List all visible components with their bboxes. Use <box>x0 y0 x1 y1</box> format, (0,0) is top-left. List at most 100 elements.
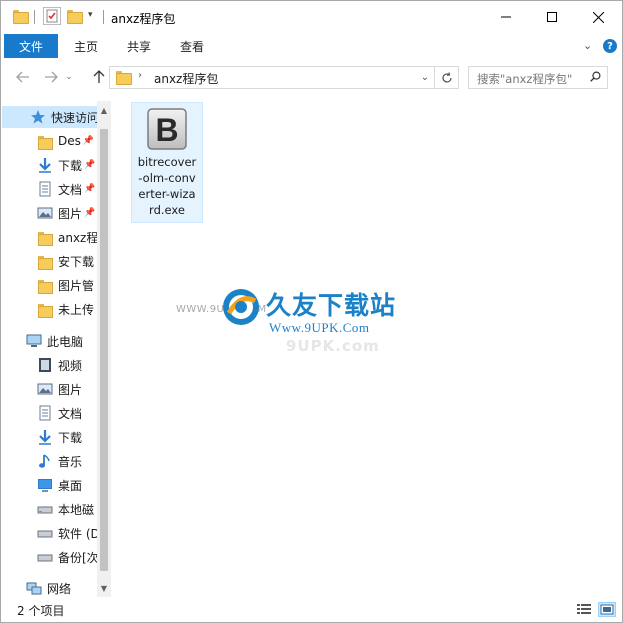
scroll-down-icon[interactable]: ▼ <box>97 581 111 595</box>
search-placeholder: 搜索"anxz程序包" <box>477 72 573 86</box>
large-icons-view-icon <box>600 604 614 615</box>
minimize-button[interactable] <box>483 1 529 33</box>
sidebar-item-documents[interactable]: 文档 <box>2 402 98 424</box>
search-icon[interactable] <box>590 71 601 82</box>
svg-text:B: B <box>155 112 178 148</box>
pin-icon: 📌 <box>84 208 96 218</box>
sidebar-item-drive-backup[interactable]: 备份[次 <box>2 546 98 568</box>
sidebar-item-quick-access[interactable]: 快速访问 <box>2 106 98 128</box>
tab-share[interactable]: 共享 <box>127 38 151 55</box>
sidebar-item-label: 未上传 <box>58 302 95 317</box>
sidebar-item-downloads-pinned[interactable]: 下载 📌 <box>2 154 98 176</box>
sidebar-item-label: 本地磁 <box>58 502 95 517</box>
tab-home[interactable]: 主页 <box>74 38 98 55</box>
exe-b-icon: B <box>147 107 187 151</box>
sidebar-item-recent-folder[interactable]: 未上传 <box>2 298 98 320</box>
sidebar-item-recent-folder[interactable]: anxz程 <box>2 226 98 248</box>
customize-qat-icon[interactable]: ▾ <box>88 10 93 28</box>
sidebar-item-label: 软件 (D <box>58 526 98 541</box>
folder-icon <box>37 301 53 318</box>
close-icon <box>592 11 604 23</box>
folder-icon <box>37 229 53 246</box>
sidebar-item-label: 备份[次 <box>58 550 98 565</box>
up-button[interactable] <box>89 67 109 87</box>
title-bar: ▾ anxz程序包 <box>1 1 622 33</box>
sidebar-item-label: 图片管 <box>58 278 95 293</box>
ribbon-tabs: 文件 主页 共享 查看 ⌄ ? <box>1 34 622 58</box>
watermark-logo-icon <box>221 287 261 327</box>
picture-icon <box>37 381 53 397</box>
minimize-icon <box>501 16 511 18</box>
sidebar-item-label: 快速访问 <box>51 110 98 125</box>
sidebar-item-this-pc[interactable]: 此电脑 <box>2 330 98 352</box>
breadcrumb-chevron-icon[interactable]: › <box>138 70 142 81</box>
watermark-url: Www.9UPK.Com <box>269 320 370 335</box>
sidebar-item-drive-c[interactable]: 本地磁 <box>2 498 98 520</box>
sidebar-item-drive-d[interactable]: 软件 (D <box>2 522 98 544</box>
sidebar-item-label: Des <box>58 134 81 148</box>
forward-button[interactable] <box>41 67 61 87</box>
sidebar-item-documents-pinned[interactable]: 文档 📌 <box>2 178 98 200</box>
sidebar-item-label: anxz程 <box>58 230 98 245</box>
tab-view[interactable]: 查看 <box>180 38 204 55</box>
address-dropdown-icon[interactable]: ⌄ <box>415 66 435 89</box>
breadcrumb-item[interactable]: anxz程序包 <box>154 70 218 87</box>
document-icon <box>37 181 53 197</box>
folder-icon <box>37 133 53 150</box>
refresh-icon <box>441 71 452 83</box>
drive-icon <box>37 525 53 541</box>
maximize-button[interactable] <box>529 1 575 33</box>
refresh-button[interactable] <box>435 66 459 89</box>
download-icon <box>37 157 53 173</box>
up-arrow-icon <box>93 70 105 83</box>
title-separator <box>103 10 104 24</box>
tab-file[interactable]: 文件 <box>4 34 58 58</box>
details-view-button[interactable] <box>576 602 594 617</box>
forward-arrow-icon <box>45 71 58 83</box>
sidebar-item-label: 图片 <box>58 382 83 397</box>
folder-icon <box>37 277 53 294</box>
pin-icon: 📌 <box>84 184 96 194</box>
help-icon[interactable]: ? <box>603 39 617 53</box>
item-count: 2 个项目 <box>17 604 65 618</box>
folder-icon <box>37 253 53 270</box>
navigation-pane: 快速访问 Des 📌 下载 📌 文档 📌 图片 📌 anxz程 安下载 图片管 … <box>2 101 112 597</box>
network-icon <box>26 580 42 596</box>
address-row: ⌄ › anxz程序包 ⌄ 搜索"anxz程序包" <box>1 61 622 93</box>
maximize-icon <box>547 12 557 22</box>
expand-ribbon-icon[interactable]: ⌄ <box>583 39 592 52</box>
sidebar-item-label: 网络 <box>47 581 72 596</box>
sidebar-item-recent-folder[interactable]: 图片管 <box>2 274 98 296</box>
sidebar-item-desktop-pinned[interactable]: Des 📌 <box>2 130 98 152</box>
sidebar-item-music[interactable]: 音乐 <box>2 450 98 472</box>
file-name-line: bitrecover <box>137 155 197 169</box>
drive-icon <box>37 549 53 565</box>
sidebar-item-network[interactable]: 网络 <box>2 577 98 597</box>
download-icon <box>37 429 53 445</box>
desktop-icon <box>37 477 53 493</box>
details-view-icon <box>577 604 591 614</box>
sidebar-item-videos[interactable]: 视频 <box>2 354 98 376</box>
watermark-title: 久友下载站 <box>266 291 397 320</box>
close-button[interactable] <box>575 1 621 33</box>
watermark-ghost-text: 9UPK.com <box>286 337 380 355</box>
file-name-line: -olm-conv <box>138 171 196 185</box>
address-bar[interactable]: › anxz程序包 <box>109 66 435 89</box>
properties-icon[interactable] <box>43 7 61 25</box>
sidebar-item-recent-folder[interactable]: 安下载 <box>2 250 98 272</box>
sidebar-item-pictures[interactable]: 图片 <box>2 378 98 400</box>
star-icon <box>30 109 46 125</box>
sidebar-item-pictures-pinned[interactable]: 图片 📌 <box>2 202 98 224</box>
scroll-up-icon[interactable]: ▲ <box>97 103 111 117</box>
recent-locations-button[interactable]: ⌄ <box>63 67 75 87</box>
back-button[interactable] <box>13 67 33 87</box>
document-icon <box>37 405 53 421</box>
large-icons-view-button[interactable] <box>598 602 616 617</box>
sidebar-item-desktop[interactable]: 桌面 <box>2 474 98 496</box>
drive-icon <box>37 501 53 517</box>
nav-scrollbar-thumb[interactable] <box>100 129 108 571</box>
sidebar-item-downloads[interactable]: 下载 <box>2 426 98 448</box>
file-name-line: rd.exe <box>149 203 185 217</box>
search-input[interactable]: 搜索"anxz程序包" <box>468 66 608 89</box>
title-separator <box>34 10 35 24</box>
